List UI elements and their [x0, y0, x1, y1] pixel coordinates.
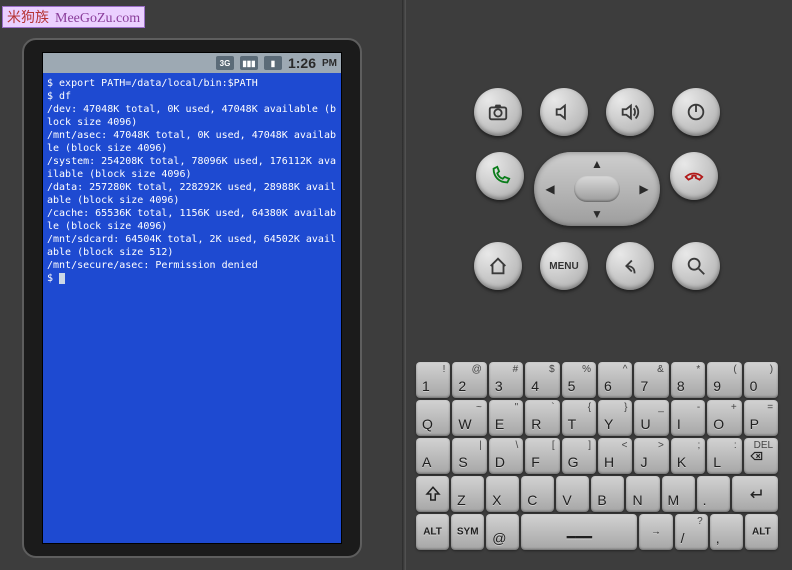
key-j[interactable]: J>	[634, 438, 668, 474]
key-0[interactable]: 0)	[744, 362, 778, 398]
watermark: 米狗族 MeeGoZu.com	[2, 6, 145, 28]
terminal-line: /mnt/secure/asec: Permission denied	[47, 259, 337, 272]
key-l[interactable]: L:	[707, 438, 741, 474]
key-delete[interactable]: DEL	[744, 438, 778, 474]
keyboard-row4: ZXCVBNM.	[416, 476, 778, 512]
key-1[interactable]: 1!	[416, 362, 450, 398]
camera-button[interactable]	[474, 88, 522, 136]
terminal-line: $	[47, 272, 337, 285]
keyboard-row2: QW~E"R`T{Y}U_I-O+P=	[416, 400, 778, 436]
key-q[interactable]: Q	[416, 400, 450, 436]
key-u[interactable]: U_	[634, 400, 668, 436]
device-screen[interactable]: 3G ▮▮▮ ▮ 1:26 PM $ export PATH=/data/loc…	[42, 52, 342, 544]
key-space[interactable]: ━━━	[521, 514, 637, 550]
key-z[interactable]: Z	[451, 476, 484, 512]
key-g[interactable]: G]	[562, 438, 596, 474]
key-2[interactable]: 2@	[452, 362, 486, 398]
key-@[interactable]: @	[486, 514, 519, 550]
key-alt[interactable]: ALT	[745, 514, 778, 550]
dpad-down[interactable]: ▼	[574, 206, 620, 222]
key-o[interactable]: O+	[707, 400, 741, 436]
key-9[interactable]: 9(	[707, 362, 741, 398]
key-sym[interactable]: SYM	[451, 514, 484, 550]
key-,[interactable]: ,	[710, 514, 743, 550]
status-bar: 3G ▮▮▮ ▮ 1:26 PM	[43, 53, 341, 73]
key-h[interactable]: H<	[598, 438, 632, 474]
key-5[interactable]: 5%	[562, 362, 596, 398]
terminal-line: /dev: 47048K total, 0K used, 47048K avai…	[47, 103, 337, 129]
battery-icon: ▮	[264, 56, 282, 70]
terminal-cursor	[59, 273, 65, 284]
keyboard-row5: ALTSYM@━━━→/?,ALT	[416, 514, 778, 550]
key-w[interactable]: W~	[452, 400, 486, 436]
terminal-line: /data: 257280K total, 228292K used, 2898…	[47, 181, 337, 207]
key-n[interactable]: N	[626, 476, 659, 512]
volume-up-button[interactable]	[606, 88, 654, 136]
key-/[interactable]: /?	[675, 514, 708, 550]
phone-frame: 3G ▮▮▮ ▮ 1:26 PM $ export PATH=/data/loc…	[22, 38, 362, 558]
controls-column: ▲ ▼ ◀ ▶ MENU 1!2@3#4$5%6^7&8*9(0)QW~E"R`…	[402, 0, 792, 570]
search-button[interactable]	[672, 242, 720, 290]
key-t[interactable]: T{	[562, 400, 596, 436]
dpad-up[interactable]: ▲	[574, 156, 620, 172]
key-r[interactable]: R`	[525, 400, 559, 436]
terminal-line: /system: 254208K total, 78096K used, 176…	[47, 155, 337, 181]
key-i[interactable]: I-	[671, 400, 705, 436]
watermark-domain: MeeGoZu.com	[55, 11, 140, 26]
terminal-line: $ df	[47, 90, 337, 103]
signal-icon: ▮▮▮	[240, 56, 258, 70]
key-8[interactable]: 8*	[671, 362, 705, 398]
terminal-line: /cache: 65536K total, 1156K used, 64380K…	[47, 207, 337, 233]
key-m[interactable]: M	[662, 476, 695, 512]
key-b[interactable]: B	[591, 476, 624, 512]
key-3[interactable]: 3#	[489, 362, 523, 398]
device-column: 3G ▮▮▮ ▮ 1:26 PM $ export PATH=/data/loc…	[0, 0, 402, 570]
dpad-right[interactable]: ▶	[634, 172, 654, 206]
pane-divider	[402, 0, 406, 570]
watermark-cn: 米狗族	[7, 11, 49, 26]
key-p[interactable]: P=	[744, 400, 778, 436]
key-k[interactable]: K;	[671, 438, 705, 474]
terminal-line: $ export PATH=/data/local/bin:$PATH	[47, 77, 337, 90]
key-7[interactable]: 7&	[634, 362, 668, 398]
hardware-keyboard: 1!2@3#4$5%6^7&8*9(0)QW~E"R`T{Y}U_I-O+P=A…	[416, 362, 778, 552]
clock-ampm: PM	[322, 58, 337, 69]
dpad-center[interactable]	[574, 176, 620, 202]
key-y[interactable]: Y}	[598, 400, 632, 436]
keyboard-row3: AS|D\F[G]H<J>K;L:DEL	[416, 438, 778, 474]
key-enter[interactable]	[732, 476, 778, 512]
hardware-buttons: ▲ ▼ ◀ ▶ MENU	[437, 88, 757, 306]
menu-label: MENU	[549, 261, 578, 272]
dpad: ▲ ▼ ◀ ▶	[534, 152, 660, 226]
keyboard-row1: 1!2@3#4$5%6^7&8*9(0)	[416, 362, 778, 398]
key-d[interactable]: D\	[489, 438, 523, 474]
key-s[interactable]: S|	[452, 438, 486, 474]
key-4[interactable]: 4$	[525, 362, 559, 398]
terminal-line: /mnt/sdcard: 64504K total, 2K used, 6450…	[47, 233, 337, 259]
volume-down-button[interactable]	[540, 88, 588, 136]
terminal-output[interactable]: $ export PATH=/data/local/bin:$PATH$ df/…	[43, 73, 341, 543]
key-v[interactable]: V	[556, 476, 589, 512]
power-button[interactable]	[672, 88, 720, 136]
clock-time: 1:26	[288, 55, 316, 71]
key-f[interactable]: F[	[525, 438, 559, 474]
dpad-left[interactable]: ◀	[540, 172, 560, 206]
home-button[interactable]	[474, 242, 522, 290]
network-3g-icon: 3G	[216, 56, 234, 70]
key-a[interactable]: A	[416, 438, 450, 474]
end-call-button[interactable]	[670, 152, 718, 200]
key-alt[interactable]: ALT	[416, 514, 449, 550]
key-c[interactable]: C	[521, 476, 554, 512]
key-→[interactable]: →	[639, 514, 672, 550]
key-e[interactable]: E"	[489, 400, 523, 436]
key-6[interactable]: 6^	[598, 362, 632, 398]
call-button[interactable]	[476, 152, 524, 200]
menu-button[interactable]: MENU	[540, 242, 588, 290]
terminal-line: /mnt/asec: 47048K total, 0K used, 47048K…	[47, 129, 337, 155]
key-.[interactable]: .	[697, 476, 730, 512]
key-shift[interactable]	[416, 476, 449, 512]
back-button[interactable]	[606, 242, 654, 290]
key-x[interactable]: X	[486, 476, 519, 512]
